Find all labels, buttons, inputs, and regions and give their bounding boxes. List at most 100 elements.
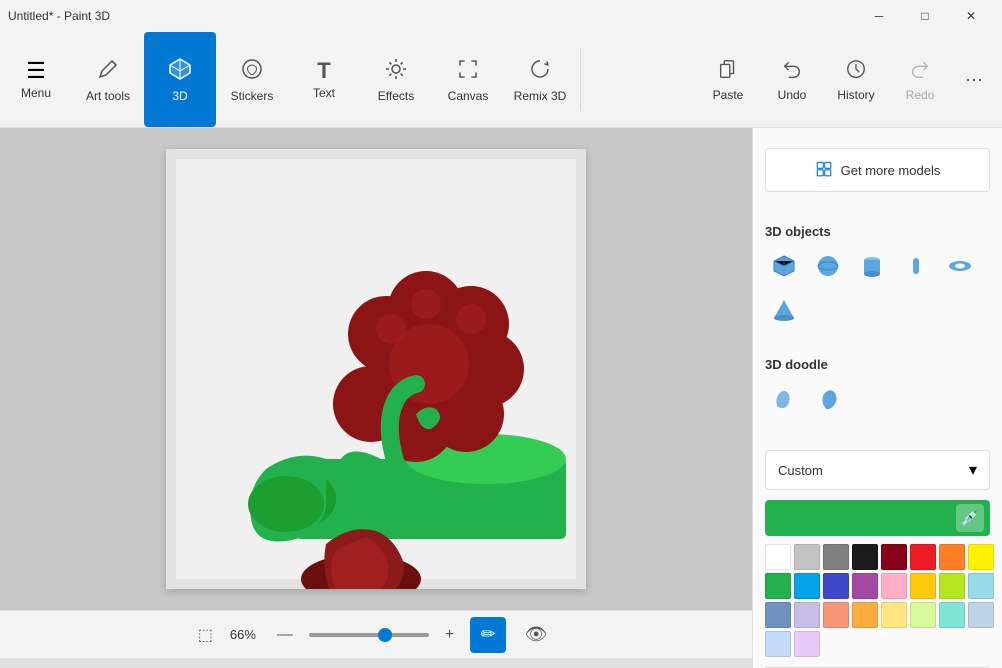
menu-icon: ☰ [26,60,46,82]
canvas-container[interactable] [0,128,752,610]
zoom-minus-button[interactable]: — [273,626,297,644]
3d-cylinder-item[interactable] [853,247,891,285]
get-more-icon [815,160,833,181]
toolbar-right: Paste Undo History Redo ⋯ [698,32,1002,127]
get-more-models-button[interactable]: Get more models [765,148,990,192]
color-cell[interactable] [852,602,878,628]
3d-icon [168,57,192,85]
maximize-button[interactable]: □ [902,0,948,32]
right-panel: Get more models 3D objects [752,128,1002,668]
window-controls: ─ □ ✕ [856,0,994,32]
zoom-slider-container [309,633,429,637]
redo-label: Redo [906,88,935,102]
toolbar-undo[interactable]: Undo [762,50,822,110]
3d-cone-item[interactable] [765,291,803,329]
canvas-label: Canvas [448,89,489,103]
remix3d-icon [528,57,552,85]
minimize-button[interactable]: ─ [856,0,902,32]
color-cell[interactable] [823,573,849,599]
color-cell[interactable] [881,602,907,628]
color-cell[interactable] [765,631,791,657]
art-tools-label: Art tools [86,89,130,103]
color-cell[interactable] [881,544,907,570]
3d-doodle-grid [765,380,990,418]
history-label: History [837,88,874,102]
pencil-button[interactable]: ✏ [470,617,506,653]
3d-doodle-item-2[interactable] [809,380,847,418]
toolbar-history[interactable]: History [826,50,886,110]
3d-sphere-item[interactable] [809,247,847,285]
eye-button[interactable]: 👁 [518,617,554,653]
color-cell[interactable] [968,602,994,628]
chevron-down-icon: ▾ [969,460,977,480]
color-cell[interactable] [939,544,965,570]
title-bar: Untitled* - Paint 3D ─ □ ✕ [0,0,1002,32]
fit-screen-icon[interactable]: ⬚ [198,625,213,645]
color-cell[interactable] [910,573,936,599]
color-cell[interactable] [968,544,994,570]
color-cell[interactable] [794,631,820,657]
undo-icon [781,58,803,84]
color-cell[interactable] [910,544,936,570]
effects-icon [384,57,408,85]
color-swatch-bar: 💉 [765,500,990,536]
close-button[interactable]: ✕ [948,0,994,32]
custom-section: Custom ▾ 💉 + Add color [753,438,1002,668]
art-tools-icon [96,57,120,85]
color-cell[interactable] [881,573,907,599]
canvas-inner[interactable] [166,149,586,589]
custom-dropdown-label: Custom [778,463,823,478]
toolbar-redo[interactable]: Redo [890,50,950,110]
stickers-label: Stickers [231,89,274,103]
zoom-slider[interactable] [309,633,429,637]
3d-donut-item[interactable] [941,247,979,285]
stickers-icon [240,57,264,85]
toolbar-separator [580,48,581,111]
toolbar-effects[interactable]: Effects [360,32,432,127]
color-cell[interactable] [910,602,936,628]
color-cell[interactable] [852,573,878,599]
app-title: Untitled* - Paint 3D [8,9,110,23]
toolbar-remix3d[interactable]: Remix 3D [504,32,576,127]
canvas-scrollbar[interactable] [0,658,752,668]
custom-dropdown[interactable]: Custom ▾ [765,450,990,490]
color-cell[interactable] [765,602,791,628]
3d-cube-item[interactable] [765,247,803,285]
panel-top-section: Get more models [753,128,1002,212]
canvas-icon [456,57,480,85]
3d-capsule-item[interactable] [897,247,935,285]
3d-doodle-item-1[interactable] [765,380,803,418]
eyedropper-button[interactable]: 💉 [956,504,984,532]
toolbar-3d[interactable]: 3D [144,32,216,127]
effects-label: Effects [378,89,414,103]
toolbar-text[interactable]: T Text [288,32,360,127]
color-cell[interactable] [939,602,965,628]
toolbar-stickers[interactable]: Stickers [216,32,288,127]
toolbar-paste[interactable]: Paste [698,50,758,110]
toolbar-art-tools[interactable]: Art tools [72,32,144,127]
color-palette [765,544,990,657]
paste-label: Paste [713,88,744,102]
zoom-percent: 66% [225,627,261,642]
color-cell[interactable] [939,573,965,599]
toolbar-more[interactable]: ⋯ [954,63,994,97]
toolbar: ☰ Menu Art tools 3D Stickers T Text Effe… [0,32,1002,128]
3d-objects-grid [765,247,990,329]
color-cell[interactable] [823,544,849,570]
3d-label: 3D [172,89,187,103]
zoom-plus-button[interactable]: + [441,626,458,644]
menu-label: Menu [21,86,51,100]
toolbar-canvas[interactable]: Canvas [432,32,504,127]
toolbar-menu[interactable]: ☰ Menu [0,32,72,127]
color-cell[interactable] [852,544,878,570]
color-cell[interactable] [794,573,820,599]
color-cell[interactable] [765,573,791,599]
text-label: Text [313,86,335,100]
color-cell[interactable] [765,544,791,570]
color-cell[interactable] [968,573,994,599]
color-cell[interactable] [794,544,820,570]
get-more-label: Get more models [841,163,941,178]
color-cell[interactable] [823,602,849,628]
main-area: ⬚ 66% — + ✏ 👁 Get more models 3D objects [0,128,1002,668]
color-cell[interactable] [794,602,820,628]
